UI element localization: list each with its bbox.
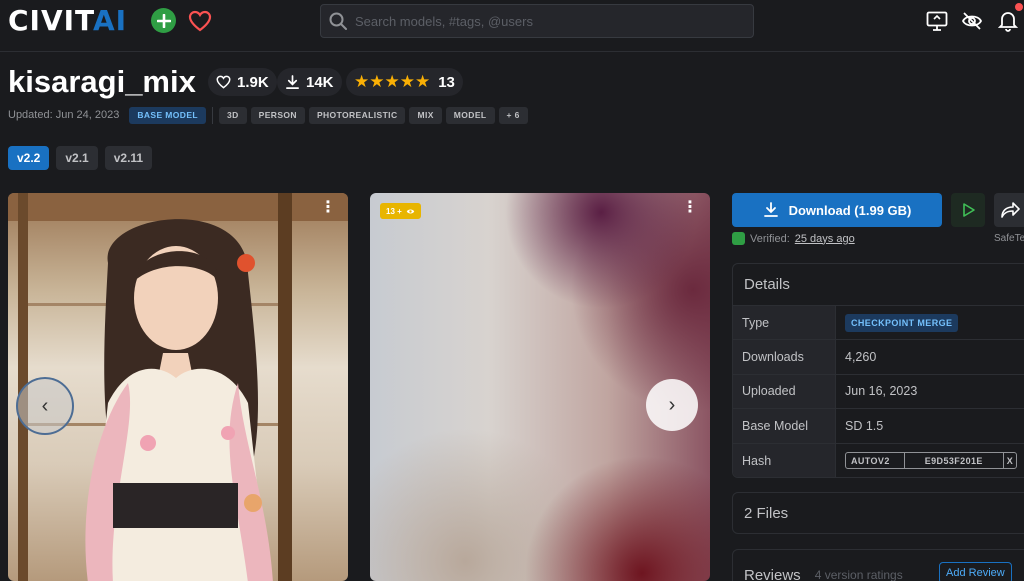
hash-value[interactable]: E9D53F201E — [905, 453, 1004, 469]
tag-divider — [211, 106, 213, 124]
search-input[interactable] — [355, 13, 735, 29]
tag-3d[interactable]: 3D — [218, 106, 247, 124]
notification-dot — [1015, 3, 1023, 11]
downloads-stat: 14K — [277, 68, 342, 96]
heart-outline-icon — [216, 75, 231, 89]
version-tab-v2-2[interactable]: v2.2 — [8, 146, 50, 170]
share-icon — [1001, 202, 1020, 218]
updated-date: Updated: Jun 24, 2023 — [8, 109, 120, 121]
share-button[interactable] — [994, 193, 1024, 227]
details-row-hash: Hash AUTOV2 E9D53F201E X — [733, 443, 1024, 477]
files-accordion[interactable]: 2 Files — [732, 492, 1024, 534]
rating-stat[interactable]: ★★★★★ 13 — [346, 68, 463, 96]
download-label: Download (1.99 GB) — [788, 202, 912, 218]
logo-text-ai: AI — [92, 4, 128, 37]
version-tab-v2-11[interactable]: v2.11 — [104, 146, 153, 170]
rating-count: 13 — [438, 73, 455, 91]
model-meta-row: Updated: Jun 24, 2023 BASE MODEL 3D PERS… — [8, 106, 528, 124]
details-label: Uploaded — [733, 374, 836, 409]
version-tab-v2-1[interactable]: v2.1 — [56, 146, 98, 170]
details-value: CHECKPOINT MERGE — [836, 306, 1024, 339]
details-heading: Details — [733, 264, 1024, 306]
heart-icon — [188, 10, 212, 32]
model-type-badge: CHECKPOINT MERGE — [845, 313, 959, 332]
verified-status: Verified: 25 days ago — [732, 232, 855, 245]
details-value: Jun 16, 2023 — [845, 384, 918, 399]
details-row-uploaded: Uploaded Jun 16, 2023 — [733, 374, 1024, 410]
download-button[interactable]: Download (1.99 GB) — [732, 193, 942, 227]
rating-stars: ★★★★★ — [354, 72, 431, 91]
image-1-menu-button[interactable]: ⋮ — [320, 199, 336, 217]
details-value: 4,260 — [845, 350, 877, 365]
tag-photorealistic[interactable]: PHOTOREALISTIC — [308, 106, 406, 124]
nsfw-rating-badge[interactable]: 13 + — [380, 203, 421, 219]
tag-mix[interactable]: MIX — [409, 106, 442, 124]
details-label: Hash — [733, 443, 836, 477]
eye-icon — [406, 209, 415, 213]
verified-prefix: Verified: — [750, 232, 790, 245]
search-bar[interactable] — [320, 4, 754, 38]
chevron-right-icon: › — [668, 393, 676, 416]
hash-badge[interactable]: AUTOV2 E9D53F201E X — [845, 452, 1018, 470]
details-value: SD 1.5 — [845, 418, 884, 433]
upload-image-button[interactable] — [925, 9, 949, 33]
hash-copy-icon[interactable]: X — [1004, 453, 1016, 468]
support-heart-button[interactable] — [187, 8, 213, 34]
run-model-button[interactable] — [951, 193, 985, 227]
bell-icon — [998, 12, 1018, 32]
tag-model[interactable]: MODEL — [445, 106, 495, 124]
safetensor-label: SafeTensor — [994, 233, 1024, 244]
details-label: Base Model — [733, 409, 836, 443]
hash-algorithm[interactable]: AUTOV2 — [846, 453, 905, 469]
monitor-icon — [926, 11, 948, 31]
download-icon — [763, 202, 778, 217]
chevron-left-icon: ‹ — [41, 394, 49, 417]
carousel-prev-button[interactable]: ‹ — [16, 377, 74, 435]
download-icon — [286, 74, 299, 89]
version-tabs: v2.2 v2.1 v2.11 — [8, 146, 153, 170]
create-button[interactable] — [151, 8, 176, 33]
toggle-nsfw-button[interactable] — [960, 9, 984, 33]
tag-more[interactable]: + 6 — [498, 106, 528, 124]
carousel-next-button[interactable]: › — [646, 379, 698, 431]
likes-stat[interactable]: 1.9K — [208, 68, 277, 96]
top-navbar: CIVITAI — [0, 0, 1024, 52]
add-review-button[interactable]: Add Review — [939, 562, 1012, 581]
tag-person[interactable]: PERSON — [250, 106, 305, 124]
details-row-type: Type CHECKPOINT MERGE — [733, 306, 1024, 341]
base-model-tag: BASE MODEL — [129, 106, 206, 124]
shield-icon — [732, 232, 745, 245]
logo-text-civit: CIVIT — [8, 4, 93, 37]
search-icon — [329, 12, 347, 30]
verified-date-link[interactable]: 25 days ago — [795, 233, 855, 245]
image-2-menu-button[interactable]: ⋮ — [682, 199, 698, 217]
details-label: Downloads — [733, 340, 836, 374]
reviews-section: Reviews 4 version ratings Add Review — [732, 549, 1024, 581]
plus-icon — [156, 13, 171, 28]
reviews-count: 4 version ratings — [814, 568, 903, 581]
notifications-button[interactable] — [996, 3, 1023, 33]
model-title: kisaragi_mix — [8, 64, 196, 99]
nsfw-rating-label: 13 + — [386, 206, 402, 216]
likes-count: 1.9K — [237, 73, 269, 91]
portrait-illustration — [85, 219, 273, 581]
details-row-downloads: Downloads 4,260 — [733, 340, 1024, 375]
details-value: AUTOV2 E9D53F201E X — [836, 444, 1024, 477]
downloads-count: 14K — [306, 73, 334, 91]
civitai-logo[interactable]: CIVITAI — [8, 6, 127, 36]
play-icon — [963, 203, 975, 217]
details-panel: Details Type CHECKPOINT MERGE Downloads … — [732, 263, 1024, 478]
eye-off-icon — [961, 12, 983, 30]
details-label: Type — [733, 306, 836, 340]
reviews-heading: Reviews — [744, 566, 801, 581]
details-row-base-model: Base Model SD 1.5 — [733, 409, 1024, 444]
